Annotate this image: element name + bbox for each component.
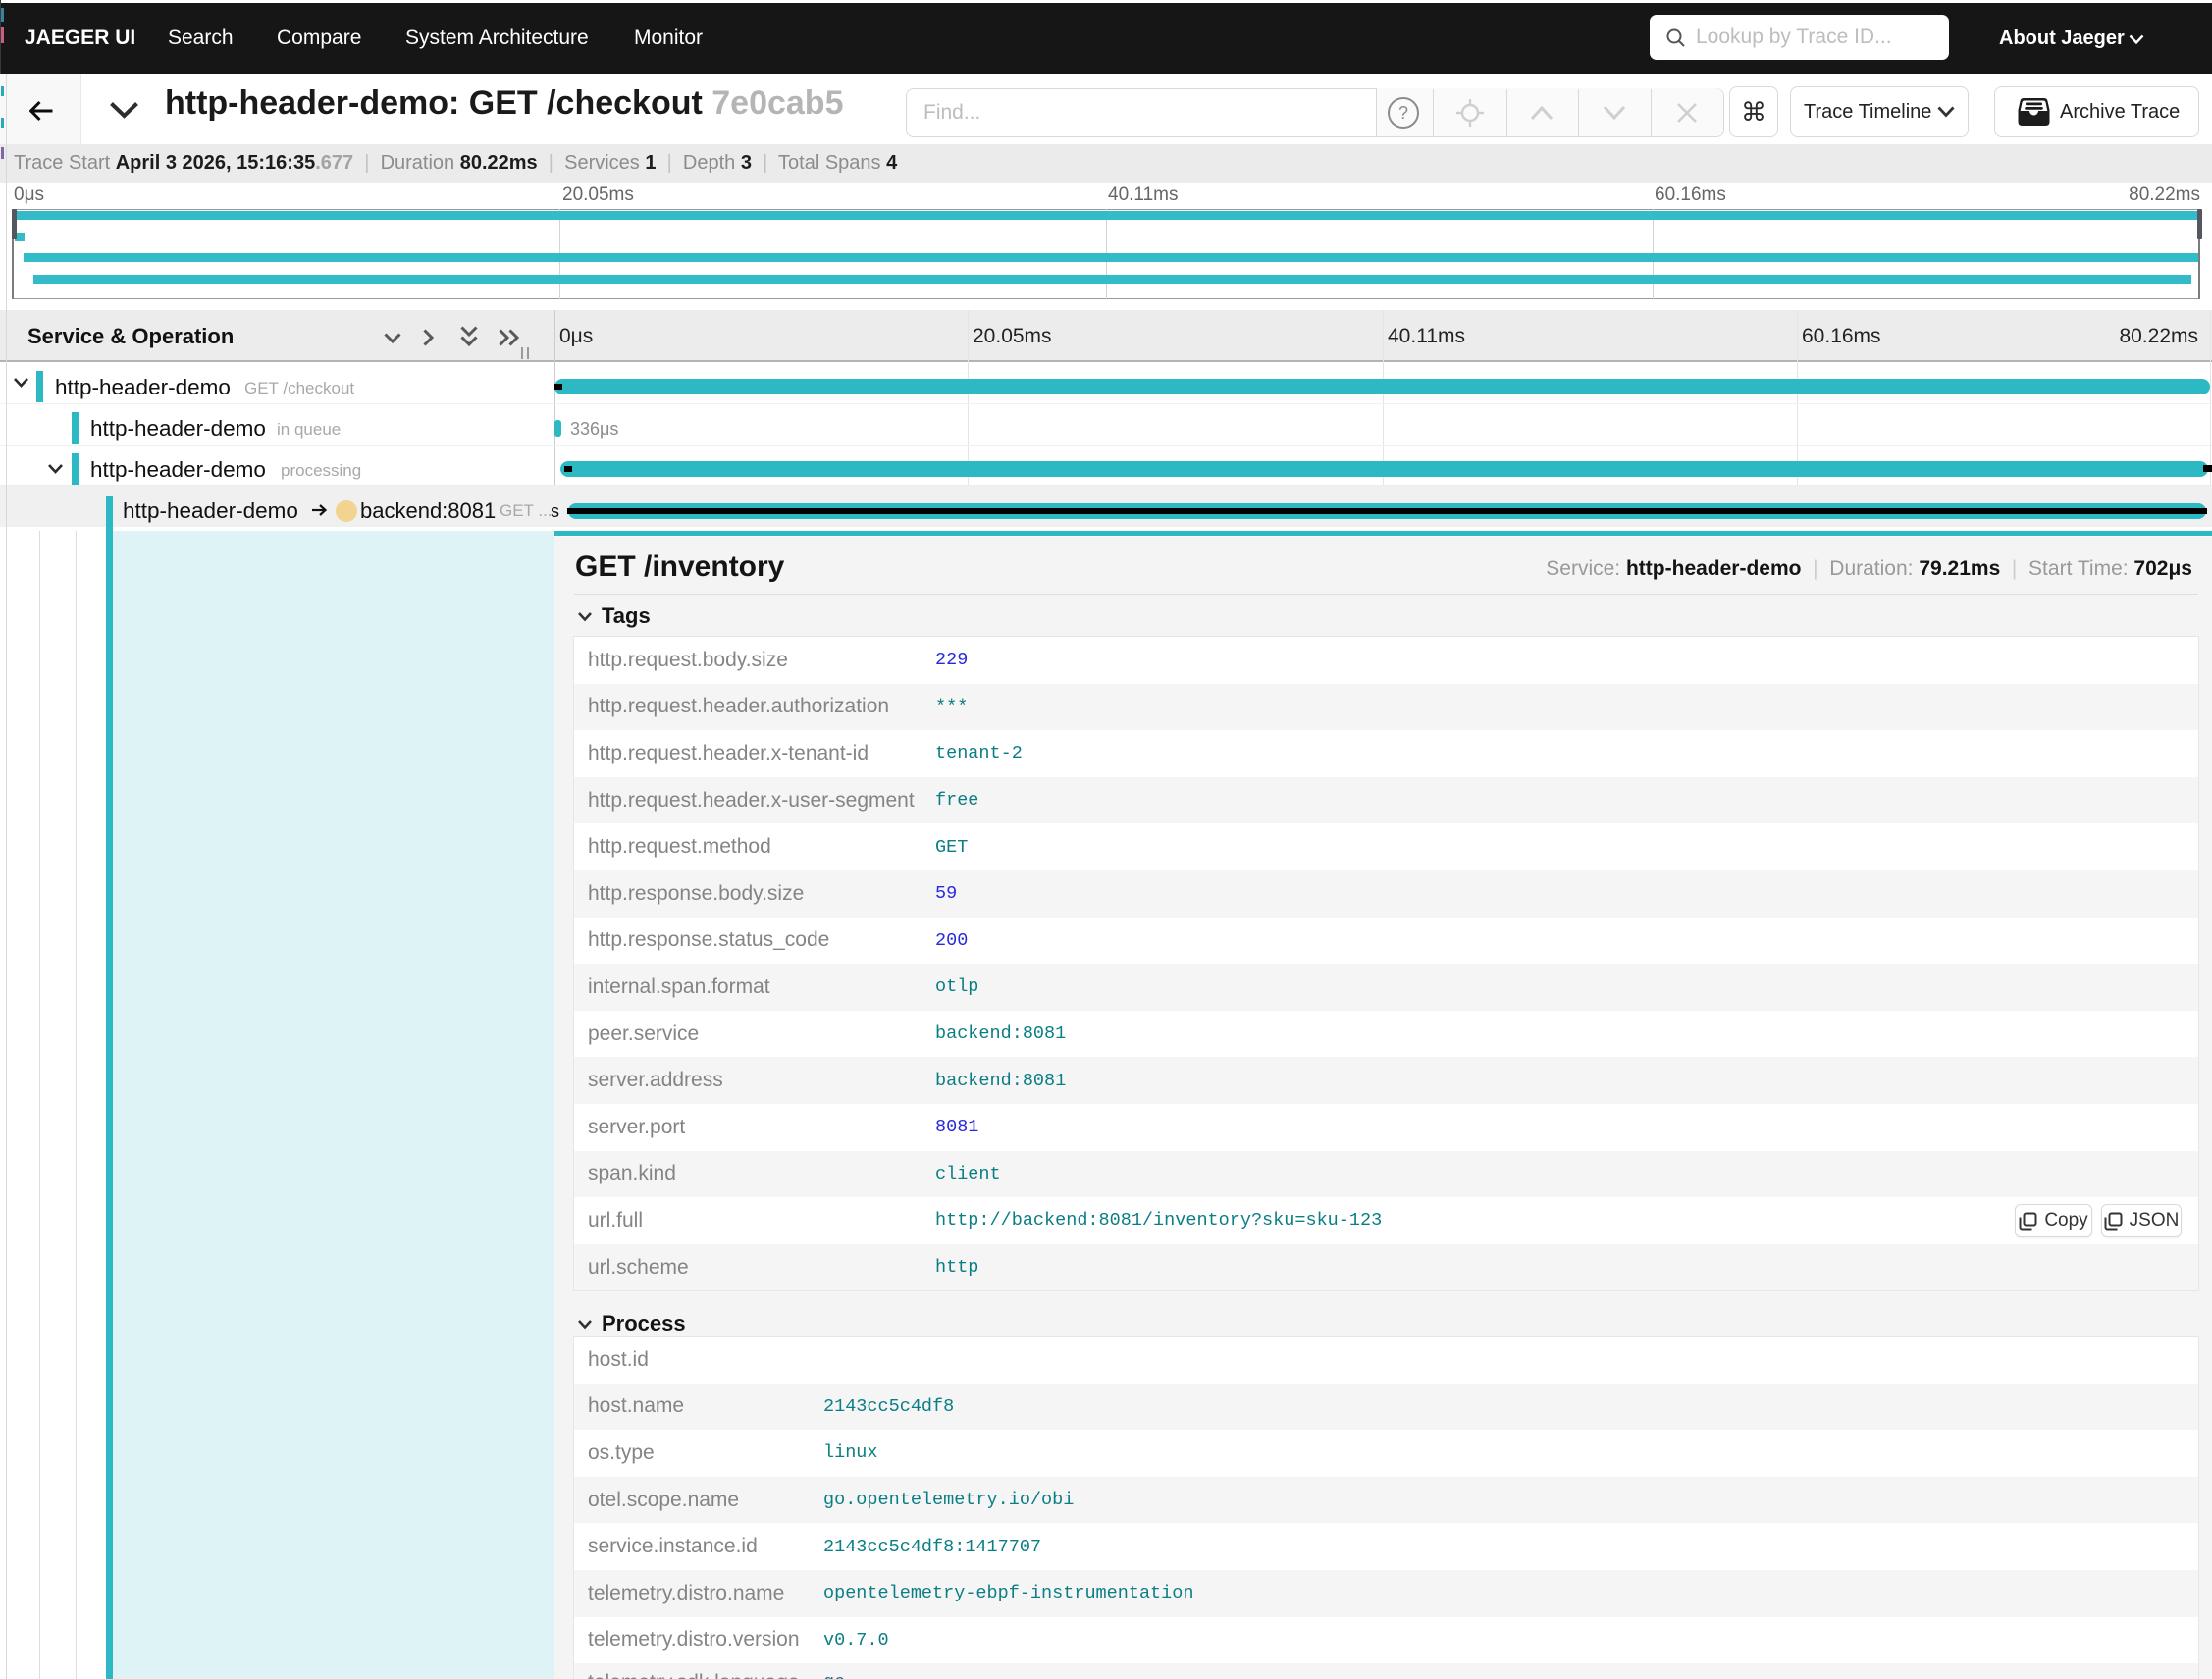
svg-text:?: ? bbox=[1398, 103, 1408, 123]
